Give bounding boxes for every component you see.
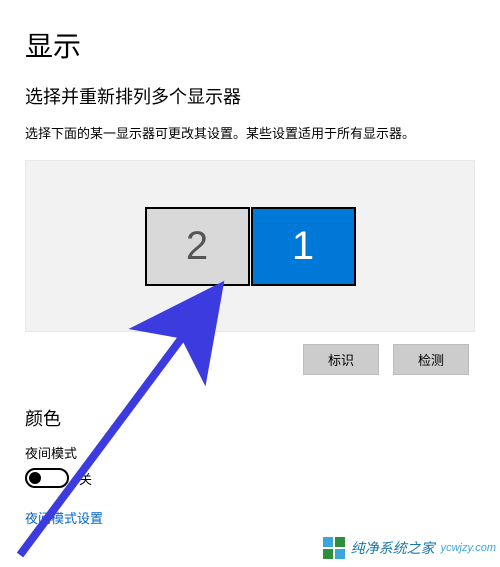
monitor-tile-2[interactable]: 2 (145, 207, 250, 286)
watermark: 纯净系统之家 ycwjzy.com (323, 537, 496, 559)
night-mode-state-text: 关 (79, 469, 92, 488)
detect-button[interactable]: 检测 (393, 344, 469, 375)
monitor-arrangement-area[interactable]: 2 1 (25, 160, 475, 332)
night-mode-settings-link[interactable]: 夜间模式设置 (25, 508, 103, 527)
arrange-helptext: 选择下面的某一显示器可更改其设置。某些设置适用于所有显示器。 (25, 123, 475, 142)
identify-button[interactable]: 标识 (303, 344, 379, 375)
watermark-url: ycwjzy.com (441, 542, 496, 554)
night-mode-toggle-row: 关 (25, 468, 475, 488)
night-mode-toggle[interactable] (25, 468, 69, 488)
color-heading: 颜色 (25, 405, 475, 431)
page-title: 显示 (25, 25, 475, 65)
watermark-brand: 纯净系统之家 (351, 538, 435, 558)
night-mode-label: 夜间模式 (25, 443, 475, 462)
monitor-tile-1[interactable]: 1 (251, 207, 356, 286)
arrange-subtitle: 选择并重新排列多个显示器 (25, 83, 475, 109)
content-area: 显示 选择并重新排列多个显示器 选择下面的某一显示器可更改其设置。某些设置适用于… (0, 0, 500, 528)
monitor-actions: 标识 检测 (25, 332, 475, 375)
toggle-knob (29, 472, 41, 484)
display-settings-page: 显示 选择并重新排列多个显示器 选择下面的某一显示器可更改其设置。某些设置适用于… (0, 0, 500, 567)
watermark-logo-icon (323, 537, 345, 559)
